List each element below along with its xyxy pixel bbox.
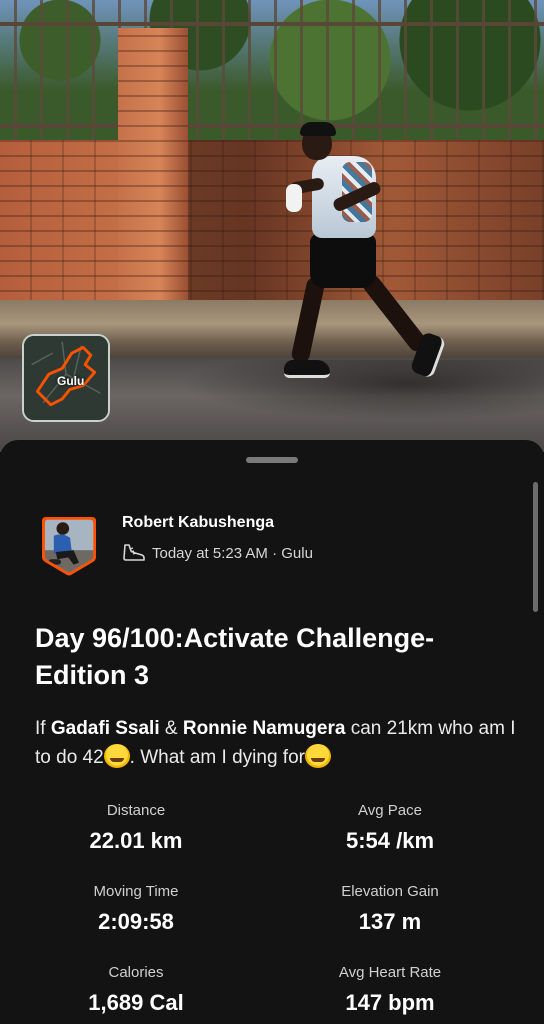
sheet-drag-handle[interactable] bbox=[246, 457, 298, 463]
mention-gadafi-ssali[interactable]: Gadafi Ssali bbox=[51, 718, 160, 739]
stat-moving-time: Moving Time 2:09:58 bbox=[0, 883, 272, 935]
stat-label: Avg Heart Rate bbox=[338, 964, 442, 981]
avatar[interactable] bbox=[40, 513, 98, 577]
avatar-image bbox=[42, 517, 96, 576]
description-text: If bbox=[35, 718, 51, 739]
mention-ronnie-namugera[interactable]: Ronnie Namugera bbox=[183, 718, 346, 739]
activity-description: If Gadafi Ssali & Ronnie Namugera can 21… bbox=[35, 714, 525, 772]
stat-label: Elevation Gain bbox=[341, 883, 439, 900]
activity-photo[interactable]: Gulu bbox=[0, 0, 544, 452]
athlete-name[interactable]: Robert Kabushenga bbox=[122, 514, 274, 532]
stat-calories: Calories 1,689 Cal bbox=[0, 964, 272, 1016]
stat-value: 5:54 /km bbox=[345, 828, 435, 853]
stat-avg-pace: Avg Pace 5:54 /km bbox=[254, 802, 526, 854]
scrollbar[interactable] bbox=[533, 482, 538, 612]
activity-meta: Today at 5:23 AM · Gulu bbox=[122, 543, 313, 563]
rolling-laughing-face-icon bbox=[304, 744, 331, 768]
stat-value: 2:09:58 bbox=[98, 909, 174, 934]
stat-label: Moving Time bbox=[93, 883, 179, 900]
activity-time-location: Today at 5:23 AM · Gulu bbox=[152, 544, 313, 562]
stat-label: Calories bbox=[108, 964, 164, 981]
map-place-label: Gulu bbox=[57, 374, 85, 388]
runner-bottle bbox=[286, 184, 302, 212]
thinking-face-icon bbox=[103, 744, 130, 768]
runner-shorts bbox=[310, 234, 376, 288]
runner-cap bbox=[300, 122, 336, 136]
stat-distance: Distance 22.01 km bbox=[0, 802, 272, 854]
stat-value: 137 m bbox=[358, 909, 422, 934]
stat-value: 1,689 Cal bbox=[88, 990, 184, 1015]
runner-leg bbox=[290, 276, 326, 364]
route-map-thumbnail[interactable]: Gulu bbox=[22, 334, 110, 422]
stat-label: Avg Pace bbox=[358, 802, 422, 819]
photo-runner bbox=[280, 118, 450, 388]
stat-value: 22.01 km bbox=[89, 828, 183, 853]
photo-fence-rail bbox=[0, 124, 544, 128]
photo-brick-pillar bbox=[118, 28, 188, 305]
stat-label: Distance bbox=[106, 802, 166, 819]
stat-avg-heart-rate: Avg Heart Rate 147 bpm bbox=[254, 964, 526, 1016]
runner-shoe bbox=[284, 360, 330, 378]
description-text: & bbox=[159, 718, 183, 739]
stat-value: 147 bpm bbox=[345, 990, 435, 1015]
photo-fence-rail bbox=[0, 22, 544, 26]
activity-details-sheet[interactable]: Robert Kabushenga Today at 5:23 AM · Gul… bbox=[0, 440, 544, 1024]
stat-elevation-gain: Elevation Gain 137 m bbox=[254, 883, 526, 935]
running-shoe-icon bbox=[123, 544, 145, 561]
description-text: . What am I dying for bbox=[129, 747, 305, 768]
activity-title: Day 96/100:Activate Challenge-Edition 3 bbox=[35, 623, 435, 690]
